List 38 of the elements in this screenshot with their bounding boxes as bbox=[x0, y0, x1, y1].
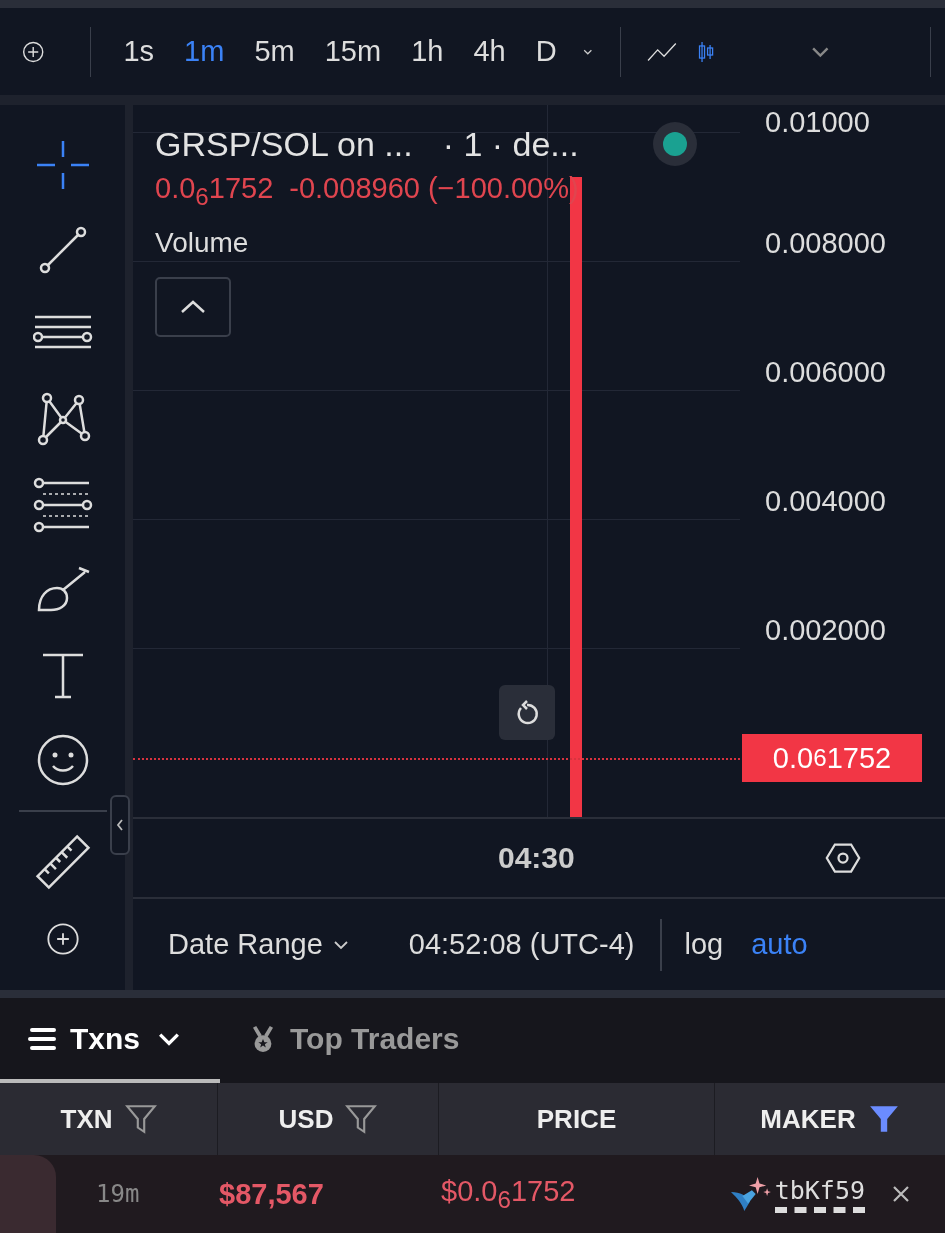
clock-time: 04:52:08 (UTC-4) bbox=[408, 928, 635, 961]
tab[interactable]: Top Traders bbox=[220, 998, 488, 1083]
filter-icon[interactable] bbox=[867, 1103, 900, 1135]
bird-sparkle-icon bbox=[728, 1175, 771, 1213]
price-value: 0.0$_{6}$1752 bbox=[155, 172, 274, 211]
interval-tab[interactable]: 1h bbox=[393, 35, 456, 68]
time-label: 04:30 bbox=[498, 841, 575, 875]
caret-icon bbox=[332, 939, 349, 950]
chart-subtitle: · 1 · de... bbox=[442, 125, 579, 164]
interval-tab[interactable]: 4h bbox=[455, 35, 518, 68]
usd-cell-text: $87,567 bbox=[218, 1177, 325, 1211]
scale-toggle[interactable]: log bbox=[684, 928, 738, 961]
price-tick: 0.004000 bbox=[765, 487, 886, 516]
interval-tab[interactable]: 15m bbox=[306, 35, 394, 68]
filter-icon[interactable] bbox=[345, 1103, 378, 1135]
fib-levels-icon[interactable] bbox=[32, 475, 93, 535]
scale-toggle[interactable]: auto bbox=[751, 928, 822, 961]
column-header[interactable]: MAKER bbox=[715, 1083, 945, 1155]
price-cell-text: $0.0$_{6}$1752 bbox=[440, 1174, 577, 1214]
filter-icon[interactable] bbox=[124, 1103, 157, 1135]
caret-icon bbox=[158, 1031, 181, 1046]
settings-icon[interactable] bbox=[825, 840, 861, 876]
date-range-dropdown[interactable]: Date Range bbox=[168, 928, 349, 961]
price-tick: 0.006000 bbox=[765, 358, 886, 387]
maker-address[interactable]: tbKf59 bbox=[774, 1175, 865, 1213]
reset-button[interactable] bbox=[499, 685, 555, 740]
price-tick: 0.01000 bbox=[765, 108, 870, 137]
price-tick: 0.008000 bbox=[765, 229, 886, 258]
age-cell-text: 19m bbox=[95, 1180, 141, 1208]
interval-tab[interactable]: D bbox=[517, 35, 569, 68]
volume-label: Volume bbox=[155, 226, 250, 259]
close-icon[interactable] bbox=[891, 1184, 911, 1204]
price-tick: 0.002000 bbox=[765, 616, 886, 645]
chart-title: GRSP/SOL on ... bbox=[155, 125, 413, 164]
interval-tab[interactable]: 1m bbox=[166, 35, 237, 68]
interval-tab[interactable]: 5m bbox=[236, 35, 307, 68]
collapse-handle[interactable] bbox=[110, 795, 130, 855]
interval-tab[interactable]: 1s bbox=[105, 35, 167, 68]
